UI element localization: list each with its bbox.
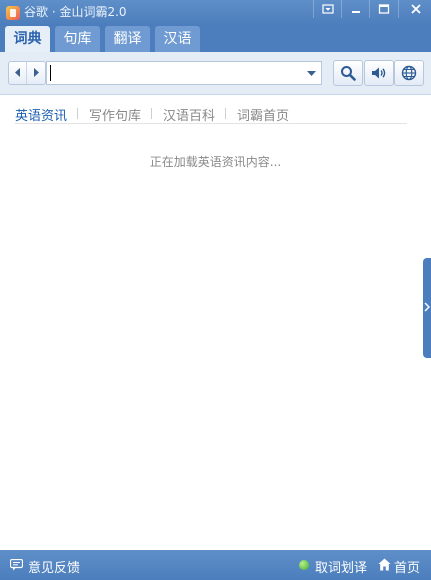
close-button[interactable]: [398, 0, 431, 18]
subnav-divider: [151, 108, 152, 119]
arrow-right-icon: [33, 68, 39, 77]
tab-chinese[interactable]: 汉语: [155, 26, 200, 52]
globe-icon: [401, 65, 417, 81]
capture-word-label: 取词划译: [315, 561, 368, 576]
close-icon: [410, 4, 421, 14]
title-bar: 谷歌 · 金山词霸2.0: [0, 0, 431, 25]
back-button[interactable]: [9, 62, 27, 84]
window-title: 谷歌 · 金山词霸2.0: [24, 5, 127, 19]
loading-message: 正在加载英语资讯内容...: [149, 155, 282, 169]
status-bar: 意见反馈 取词划译 首页: [0, 550, 431, 580]
arrow-left-icon: [14, 68, 20, 77]
tab-translate[interactable]: 翻译: [105, 26, 150, 52]
forward-button[interactable]: [27, 62, 44, 84]
chevron-down-icon: [306, 71, 316, 76]
minimize-button[interactable]: [341, 0, 370, 18]
online-search-button[interactable]: [394, 60, 424, 86]
tab-sentences[interactable]: 句库: [55, 26, 100, 52]
subnav-chinese-encyclopedia[interactable]: 汉语百科: [163, 105, 215, 124]
history-nav: [8, 61, 46, 85]
speaker-icon: [372, 67, 386, 79]
search-input[interactable]: [47, 62, 301, 84]
chat-bubble-icon: [10, 559, 23, 571]
text-cursor: [50, 65, 51, 81]
tab-bar: 词典 句库 翻译 汉语: [0, 25, 431, 52]
minimize-icon: [352, 11, 360, 13]
history-dropdown-button[interactable]: [301, 62, 321, 84]
maximize-icon: [378, 4, 390, 14]
search-button[interactable]: [333, 60, 363, 86]
side-panel-toggle[interactable]: [423, 258, 431, 358]
search-icon: [341, 66, 356, 81]
app-logo-icon: [6, 6, 20, 20]
chevron-right-icon: [424, 302, 430, 312]
app-window: 谷歌 · 金山词霸2.0 词典 句库 翻译 汉语 英语资讯 写作句库 汉语百科 …: [0, 0, 431, 580]
search-toolbar: [0, 52, 431, 95]
home-icon: [378, 558, 391, 571]
pronounce-button[interactable]: [364, 60, 394, 86]
home-label: 首页: [394, 561, 421, 576]
feedback-label: 意见反馈: [28, 561, 81, 576]
content-subnav: 英语资讯 写作句库 汉语百科 词霸首页: [15, 105, 407, 124]
subnav-writing-sentences[interactable]: 写作句库: [89, 105, 141, 124]
subnav-divider: [225, 108, 226, 119]
subnav-english-news[interactable]: 英语资讯: [15, 105, 67, 124]
status-dot-icon: [299, 560, 309, 570]
subnav-divider: [77, 108, 78, 119]
menu-button[interactable]: [313, 0, 342, 18]
search-box: [46, 61, 322, 85]
menu-icon: [322, 4, 334, 14]
tab-dictionary[interactable]: 词典: [5, 26, 50, 52]
subnav-ciba-home[interactable]: 词霸首页: [237, 105, 289, 124]
maximize-button[interactable]: [369, 0, 398, 18]
